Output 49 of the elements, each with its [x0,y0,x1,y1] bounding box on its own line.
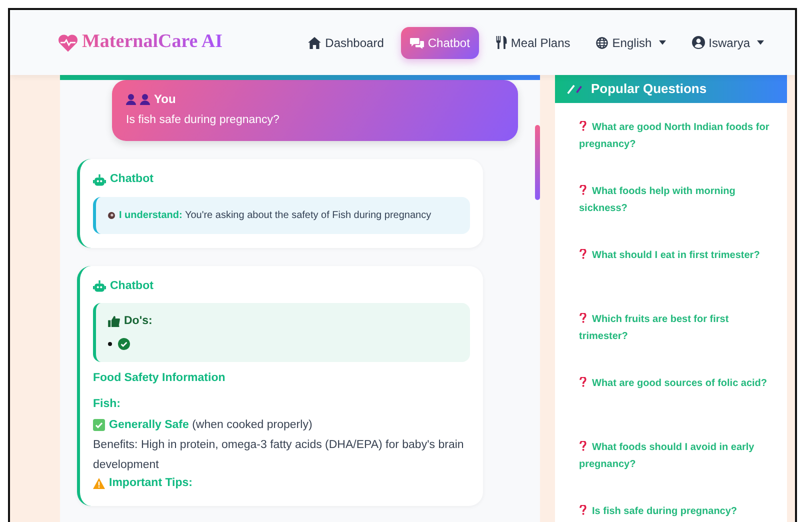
benefits-text: Benefits: High in protein, omega-3 fatty acids (DHA/EPA) for baby's brain development [93,438,465,472]
home-icon [308,36,322,48]
question-icon [579,313,587,323]
question-link[interactable]: Is fish safe during pregnancy? [579,503,773,520]
utensils-icon [496,36,507,49]
dot-icon [108,212,115,218]
sidebar-title: Popular Questions [591,80,707,98]
question-icon [579,121,587,131]
nav-link[interactable]: Dashboard [299,26,393,58]
verdict-text: Generally Safe (when cooked properly) [109,418,312,432]
wand-icon [567,83,583,95]
question-icon [579,249,587,259]
check-circle-icon [118,338,130,350]
nav-link[interactable]: English [587,26,675,58]
question-link[interactable]: What foods should I avoid in early pregnancy? [579,439,773,473]
question-link[interactable]: Which fruits are best for first trimester? [579,311,773,345]
question-icon [579,505,587,515]
heart-icon [58,34,78,52]
question-link[interactable]: What foods help with morning sickness? [579,183,773,217]
question-icon [579,185,587,195]
person-icon [140,94,150,104]
person-icon [126,94,136,104]
message-text: Is fish safe during pregnancy? [126,113,280,128]
robot-icon [93,174,106,186]
dos-title: Do's: [124,314,152,329]
nav-link[interactable]: Iswarya [682,26,773,58]
bullet-icon [108,342,112,346]
question-link[interactable]: What should I eat in first trimester? [579,247,773,264]
sender-name: Chatbot [110,278,154,294]
tips-heading: Important Tips: [109,476,192,490]
user-icon [692,36,705,49]
question-icon [579,377,587,387]
food-name: Fish: [93,397,120,412]
section-heading: Food Safety Information [93,371,226,386]
checkbox-icon [93,418,105,430]
globe-icon [596,36,608,48]
nav-link[interactable]: Meal Plans [486,26,580,58]
sender-name: Chatbot [110,172,154,188]
sender-name: You [154,91,176,108]
chat-icon [410,36,424,48]
question-link[interactable]: What are good North Indian foods for pregnancy? [579,119,773,153]
robot-icon [93,280,106,292]
warning-icon [93,478,105,489]
scrollbar-thumb[interactable] [535,125,540,200]
nav-link[interactable]: Chatbot [400,26,479,58]
question-link[interactable]: What are good sources of folic acid? [579,375,773,392]
question-icon [579,441,587,451]
info-text: I understand: You're asking about the safety of Fish during pregnancy [119,208,432,222]
thumbs-up-icon [108,316,120,327]
